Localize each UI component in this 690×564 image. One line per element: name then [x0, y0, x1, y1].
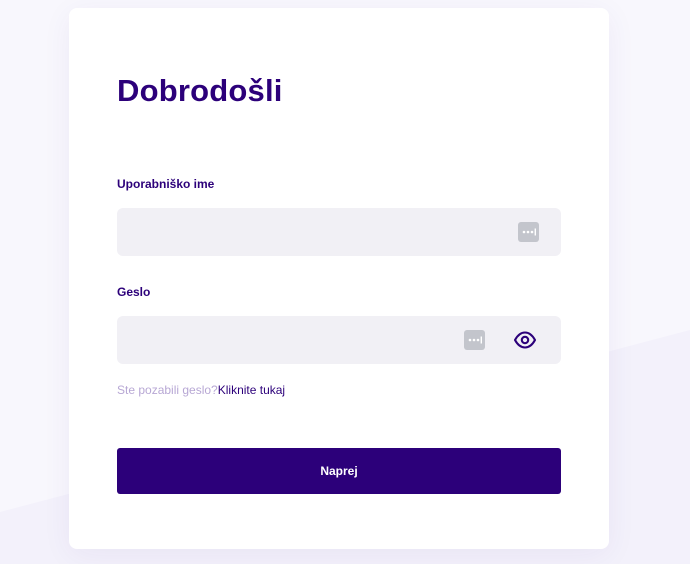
password-manager-icon[interactable] [518, 222, 539, 242]
show-password-eye-icon[interactable] [513, 329, 537, 351]
forgot-password-row: Ste pozabili geslo?Kliknite tukaj [117, 382, 285, 398]
submit-button[interactable]: Naprej [117, 448, 561, 494]
login-card: Dobrodošli Uporabniško ime Geslo Ste poz… [69, 8, 609, 549]
password-field-container [117, 316, 561, 364]
username-input[interactable] [117, 208, 497, 256]
password-manager-icon[interactable] [464, 330, 485, 350]
password-label: Geslo [117, 285, 151, 299]
username-label: Uporabniško ime [117, 177, 215, 191]
password-input[interactable] [117, 316, 497, 364]
username-field-container [117, 208, 561, 256]
forgot-password-text: Ste pozabili geslo? [117, 383, 218, 397]
page-title: Dobrodošli [117, 73, 283, 108]
forgot-password-link[interactable]: Kliknite tukaj [218, 383, 285, 397]
